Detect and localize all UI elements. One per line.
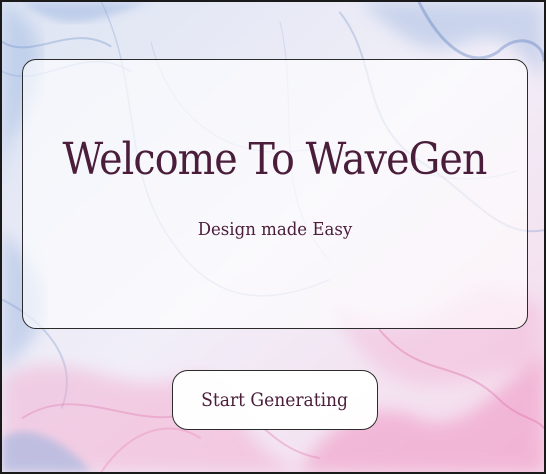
welcome-card: Welcome To WaveGen Design made Easy [22, 59, 528, 329]
welcome-title: Welcome To WaveGen [63, 134, 488, 186]
tagline: Design made Easy [197, 218, 353, 240]
start-generating-label: Start Generating [201, 389, 349, 411]
welcome-screen: Welcome To WaveGen Design made Easy Star… [0, 0, 546, 474]
start-generating-button[interactable]: Start Generating [172, 370, 378, 430]
